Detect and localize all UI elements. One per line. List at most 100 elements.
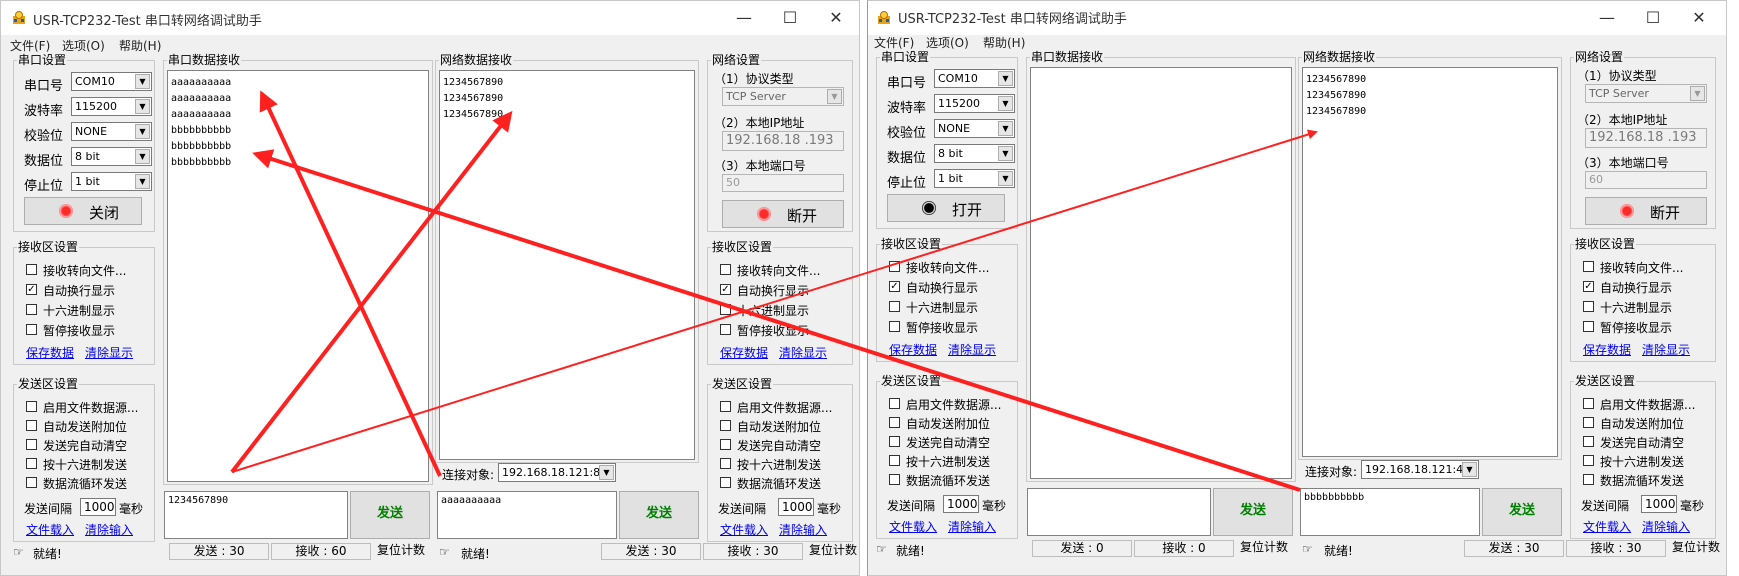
connect-select[interactable]: 192.168.18.121:40 ▼ bbox=[1361, 460, 1479, 479]
title-bar[interactable]: USR-TCP232-Test 串口转网络调试助手 — ☐ ✕ bbox=[868, 1, 1726, 35]
group-title: 网络数据接收 bbox=[439, 53, 514, 67]
network-toggle-button[interactable]: 断开 bbox=[1585, 197, 1707, 225]
serial-toggle-button[interactable]: 关闭 bbox=[24, 197, 142, 225]
local-ip-input[interactable]: 192.168.18 .193 bbox=[1585, 128, 1707, 148]
clear-display-link[interactable]: 清除显示 bbox=[779, 344, 827, 361]
menu-options[interactable]: 选项(O) bbox=[926, 34, 969, 51]
stopbits-select[interactable]: 1 bit ▼ bbox=[71, 172, 152, 191]
network-toggle-button[interactable]: 断开 bbox=[722, 200, 844, 228]
title-bar[interactable]: USR-TCP232-Test 串口转网络调试助手 — ☐ ✕ bbox=[1, 1, 859, 35]
checkbox-label: 暂停接收显示 bbox=[737, 324, 810, 338]
chevron-down-icon[interactable]: ▼ bbox=[827, 89, 842, 104]
save-data-link[interactable]: 保存数据 bbox=[720, 344, 768, 361]
save-data-link[interactable]: 保存数据 bbox=[1583, 341, 1631, 358]
stopbits-select[interactable]: 1 bit ▼ bbox=[934, 169, 1015, 188]
baud-select[interactable]: 115200 ▼ bbox=[934, 94, 1015, 113]
checkmark-icon: ✓ bbox=[26, 284, 37, 295]
databits-select[interactable]: 8 bit ▼ bbox=[71, 147, 152, 166]
right-reset-count-button[interactable]: 复位计数 bbox=[805, 543, 859, 560]
serial-send-button[interactable]: 发送 bbox=[350, 491, 430, 539]
interval-input[interactable]: 1000 bbox=[80, 498, 116, 516]
serial-rx-text[interactable] bbox=[1030, 67, 1292, 479]
connect-value: 192.168.18.121:40 bbox=[1365, 463, 1471, 476]
chevron-down-icon[interactable]: ▼ bbox=[1690, 86, 1705, 101]
interval-input[interactable]: 1000 bbox=[943, 495, 979, 513]
menu-file[interactable]: 文件(F) bbox=[10, 37, 50, 54]
port-select[interactable]: COM10 ▼ bbox=[71, 72, 152, 91]
net-rx-text[interactable]: 1234567890 1234567890 1234567890 bbox=[1302, 67, 1558, 457]
serial-rx-text[interactable]: aaaaaaaaaa aaaaaaaaaa aaaaaaaaaa bbbbbbb… bbox=[167, 70, 429, 482]
checkbox-label: 接收转向文件... bbox=[43, 264, 127, 278]
clear-input-link[interactable]: 清除输入 bbox=[948, 518, 996, 535]
checkbox-label: 数据流循环发送 bbox=[43, 477, 128, 491]
file-load-link[interactable]: 文件载入 bbox=[1583, 518, 1631, 535]
clear-input-link[interactable]: 清除输入 bbox=[1642, 518, 1690, 535]
clear-display-link[interactable]: 清除显示 bbox=[1642, 341, 1690, 358]
minimize-button[interactable]: — bbox=[1584, 6, 1630, 30]
left-reset-count-button[interactable]: 复位计数 bbox=[1236, 540, 1292, 557]
chevron-down-icon[interactable]: ▼ bbox=[998, 96, 1013, 111]
chevron-down-icon[interactable]: ▼ bbox=[135, 74, 150, 89]
serial-send-input[interactable]: 1234567890 bbox=[164, 491, 348, 539]
parity-select[interactable]: NONE ▼ bbox=[934, 119, 1015, 138]
port-select[interactable]: COM10 ▼ bbox=[934, 69, 1015, 88]
net-send-button[interactable]: 发送 bbox=[1482, 488, 1562, 536]
databits-select[interactable]: 8 bit ▼ bbox=[934, 144, 1015, 163]
chevron-down-icon[interactable]: ▼ bbox=[135, 149, 150, 164]
serial-send-button[interactable]: 发送 bbox=[1213, 488, 1293, 536]
chevron-down-icon[interactable]: ▼ bbox=[998, 71, 1013, 86]
protocol-select[interactable]: TCP Server ▼ bbox=[1585, 84, 1707, 103]
connect-select[interactable]: 192.168.18.121:889 ▼ bbox=[498, 463, 616, 482]
net-rx-text[interactable]: 1234567890 1234567890 1234567890 bbox=[439, 70, 695, 460]
left-status-ready: 就绪! bbox=[896, 544, 925, 558]
save-data-link[interactable]: 保存数据 bbox=[26, 344, 74, 361]
chevron-down-icon[interactable]: ▼ bbox=[599, 465, 614, 480]
checkbox-label: 启用文件数据源... bbox=[43, 401, 139, 415]
chevron-down-icon[interactable]: ▼ bbox=[135, 124, 150, 139]
net-send-button[interactable]: 发送 bbox=[619, 491, 699, 539]
minimize-button[interactable]: — bbox=[721, 6, 767, 30]
local-port-input[interactable]: 50 bbox=[722, 174, 844, 192]
checkbox-label: 十六进制显示 bbox=[1600, 301, 1673, 315]
menu-help[interactable]: 帮助(H) bbox=[119, 37, 161, 54]
serial-send-input[interactable] bbox=[1027, 488, 1211, 536]
clear-display-link[interactable]: 清除显示 bbox=[85, 344, 133, 361]
file-load-link[interactable]: 文件载入 bbox=[889, 518, 937, 535]
local-ip-input[interactable]: 192.168.18 .193 bbox=[722, 131, 844, 151]
baud-select[interactable]: 115200 ▼ bbox=[71, 97, 152, 116]
menu-file[interactable]: 文件(F) bbox=[874, 34, 914, 51]
save-data-link[interactable]: 保存数据 bbox=[889, 341, 937, 358]
maximize-button[interactable]: ☐ bbox=[767, 6, 813, 30]
network-toggle-label: 断开 bbox=[787, 207, 818, 225]
clear-display-link[interactable]: 清除显示 bbox=[948, 341, 996, 358]
close-window-button[interactable]: ✕ bbox=[1676, 6, 1722, 30]
chevron-down-icon[interactable]: ▼ bbox=[998, 146, 1013, 161]
chevron-down-icon[interactable]: ▼ bbox=[998, 121, 1013, 136]
right-reset-count-button[interactable]: 复位计数 bbox=[1668, 540, 1724, 557]
menu-help[interactable]: 帮助(H) bbox=[983, 34, 1025, 51]
interval-input[interactable]: 1000 bbox=[778, 498, 814, 516]
checkbox-label: 接收转向文件... bbox=[1600, 261, 1684, 275]
file-load-link[interactable]: 文件载入 bbox=[26, 521, 74, 538]
chevron-down-icon[interactable]: ▼ bbox=[135, 174, 150, 189]
parity-value: NONE bbox=[75, 125, 108, 138]
maximize-button[interactable]: ☐ bbox=[1630, 6, 1676, 30]
local-port-input[interactable]: 60 bbox=[1585, 171, 1707, 189]
chevron-down-icon[interactable]: ▼ bbox=[135, 99, 150, 114]
parity-select[interactable]: NONE ▼ bbox=[71, 122, 152, 141]
interval-input[interactable]: 1000 bbox=[1641, 495, 1677, 513]
file-load-link[interactable]: 文件载入 bbox=[720, 521, 768, 538]
net-send-input[interactable]: aaaaaaaaaa bbox=[437, 491, 617, 539]
chevron-down-icon[interactable]: ▼ bbox=[1462, 462, 1477, 477]
menu-options[interactable]: 选项(O) bbox=[62, 37, 105, 54]
clear-input-link[interactable]: 清除输入 bbox=[779, 521, 827, 538]
serial-toggle-button[interactable]: 打开 bbox=[887, 194, 1005, 222]
databits-label: 数据位 bbox=[24, 154, 64, 169]
close-window-button[interactable]: ✕ bbox=[813, 6, 859, 30]
group-title: 接收区设置 bbox=[17, 240, 80, 254]
chevron-down-icon[interactable]: ▼ bbox=[998, 171, 1013, 186]
clear-input-link[interactable]: 清除输入 bbox=[85, 521, 133, 538]
net-send-input[interactable]: bbbbbbbbbb bbox=[1300, 488, 1480, 536]
left-reset-count-button[interactable]: 复位计数 bbox=[373, 543, 429, 560]
protocol-select[interactable]: TCP Server ▼ bbox=[722, 87, 844, 106]
